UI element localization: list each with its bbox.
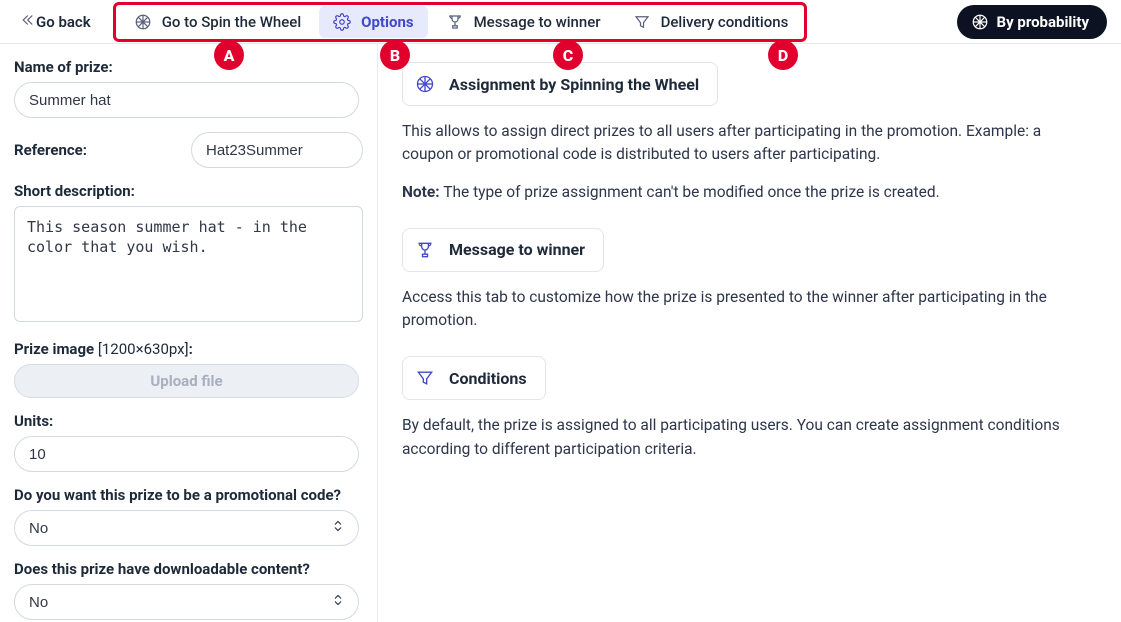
prize-image-row: Prize image [1200×630px]: Upload file [14, 340, 363, 398]
upload-file-button[interactable]: Upload file [14, 364, 359, 398]
goback-label: Go back [36, 13, 91, 31]
units-input[interactable] [14, 436, 359, 472]
section-message-head: Message to winner [402, 228, 604, 272]
reference-label: Reference: [14, 141, 87, 159]
trophy-icon [415, 240, 435, 260]
prize-image-dims: [1200×630px] [98, 340, 189, 358]
section-message-text: Access this tab to customize how the pri… [402, 286, 1093, 333]
tab-message-label: Message to winner [474, 13, 601, 31]
section-conditions-head: Conditions [402, 356, 546, 400]
reference-row: Reference: [14, 132, 363, 168]
section-assignment-title: Assignment by Spinning the Wheel [449, 75, 699, 94]
section-assignment: Assignment by Spinning the Wheel This al… [402, 62, 1093, 204]
promo-code-row: Do you want this prize to be a promotion… [14, 486, 363, 546]
upload-file-label: Upload file [150, 372, 222, 390]
prize-image-colon: : [189, 340, 193, 358]
section-assignment-text: This allows to assign direct prizes to a… [402, 120, 1093, 167]
tab-options-label: Options [361, 13, 413, 31]
wheel-icon [134, 13, 152, 31]
section-conditions-title: Conditions [449, 369, 527, 388]
gear-icon [333, 13, 351, 31]
tab-options[interactable]: Options [319, 6, 427, 38]
promo-code-select[interactable] [14, 510, 359, 546]
goback-link[interactable]: Go back [18, 11, 91, 33]
topbar: Go back Go to Spin the Wheel Options Mes… [0, 0, 1121, 44]
topbar-right: By probability [957, 5, 1107, 39]
wheel-icon [971, 13, 989, 31]
section-conditions: Conditions By default, the prize is assi… [402, 356, 1093, 461]
tab-delivery-label: Delivery conditions [661, 13, 789, 31]
downloadable-label: Does this prize have downloadable conten… [14, 560, 363, 578]
short-description-textarea[interactable] [14, 206, 363, 322]
downloadable-row: Does this prize have downloadable conten… [14, 560, 363, 620]
tab-message-winner[interactable]: Message to winner [432, 6, 615, 38]
tab-delivery-conditions[interactable]: Delivery conditions [619, 6, 803, 38]
reference-input[interactable] [191, 132, 363, 168]
left-panel: Name of prize: Reference: Short descript… [0, 44, 378, 622]
filter-icon [415, 368, 435, 388]
name-label: Name of prize: [14, 58, 363, 76]
short-description-row: Short description: [14, 182, 363, 326]
units-row: Units: [14, 412, 363, 472]
prize-image-label-text: Prize image [14, 340, 94, 358]
name-row: Name of prize: [14, 58, 363, 118]
units-label: Units: [14, 412, 363, 430]
by-probability-button[interactable]: By probability [957, 5, 1107, 39]
name-input[interactable] [14, 82, 359, 118]
filter-icon [633, 13, 651, 31]
tab-spin-label: Go to Spin the Wheel [162, 13, 301, 31]
prize-image-label: Prize image [1200×630px]: [14, 340, 363, 358]
short-description-label: Short description: [14, 182, 363, 200]
trophy-icon [446, 13, 464, 31]
wheel-icon [415, 74, 435, 94]
tab-spin-wheel[interactable]: Go to Spin the Wheel [120, 6, 315, 38]
chevron-left-icon [18, 11, 36, 33]
note-text: The type of prize assignment can't be mo… [440, 183, 940, 201]
main: Name of prize: Reference: Short descript… [0, 44, 1121, 622]
by-probability-label: By probability [997, 13, 1089, 31]
promo-code-label: Do you want this prize to be a promotion… [14, 486, 363, 504]
right-panel: Assignment by Spinning the Wheel This al… [377, 44, 1121, 622]
downloadable-select[interactable] [14, 584, 359, 620]
section-conditions-text: By default, the prize is assigned to all… [402, 414, 1093, 461]
note-label: Note: [402, 183, 440, 201]
section-message: Message to winner Access this tab to cus… [402, 228, 1093, 333]
section-assignment-head: Assignment by Spinning the Wheel [402, 62, 718, 106]
tabs-highlight-box: Go to Spin the Wheel Options Message to … [113, 2, 808, 42]
section-assignment-note: Note: The type of prize assignment can't… [402, 181, 1093, 204]
section-message-title: Message to winner [449, 240, 585, 259]
